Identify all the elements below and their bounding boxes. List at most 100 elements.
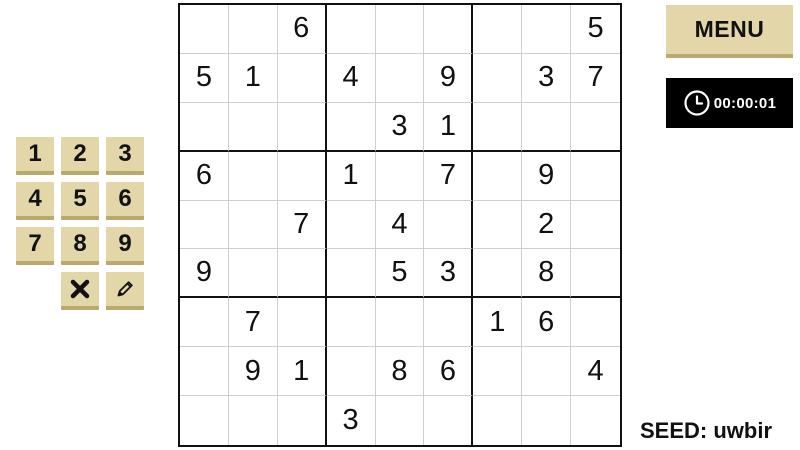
sudoku-cell-r5c4[interactable]	[326, 200, 376, 250]
sudoku-cell-r9c3[interactable]	[278, 396, 327, 445]
sudoku-cell-r7c2[interactable]: 7	[228, 298, 278, 348]
sudoku-cell-r1c9[interactable]: 5	[571, 5, 620, 54]
sudoku-cell-r3c9[interactable]	[571, 103, 620, 152]
sudoku-cell-r7c7[interactable]: 1	[473, 298, 523, 348]
sudoku-cell-r8c8[interactable]	[522, 347, 572, 397]
sudoku-cell-r4c8[interactable]: 9	[522, 151, 572, 201]
sudoku-cell-r1c7[interactable]	[473, 5, 523, 54]
sudoku-cell-r1c1[interactable]	[180, 5, 229, 54]
sudoku-cell-r2c1[interactable]: 5	[180, 53, 229, 103]
sudoku-cell-r3c7[interactable]	[473, 102, 523, 152]
sudoku-cell-r3c1[interactable]	[180, 102, 229, 152]
sudoku-cell-r5c3[interactable]: 7	[277, 200, 327, 250]
sudoku-cell-r4c3[interactable]	[277, 151, 327, 201]
sudoku-cell-r9c5[interactable]	[376, 396, 425, 445]
numpad-1-button[interactable]: 1	[16, 137, 54, 175]
erase-button[interactable]	[61, 272, 99, 310]
sudoku-cell-r7c9[interactable]	[571, 298, 620, 348]
number-pad: 1 2 3 4 5 6 7 8 9	[16, 137, 146, 315]
sudoku-cell-r8c2[interactable]: 9	[228, 347, 278, 397]
sudoku-cell-r4c6[interactable]: 7	[424, 151, 474, 201]
sudoku-cell-r2c7[interactable]	[473, 53, 523, 103]
numpad-9-button[interactable]: 9	[106, 227, 144, 265]
numpad-8-button[interactable]: 8	[61, 227, 99, 265]
sudoku-cell-r5c9[interactable]	[571, 201, 620, 250]
numpad-3-button[interactable]: 3	[106, 137, 144, 175]
sudoku-cell-r4c5[interactable]	[375, 151, 425, 201]
sudoku-cell-r2c4[interactable]: 4	[326, 53, 376, 103]
sudoku-cell-r3c3[interactable]	[277, 102, 327, 152]
sudoku-cell-r3c8[interactable]	[522, 102, 572, 152]
sudoku-cell-r7c8[interactable]: 6	[522, 298, 572, 348]
sudoku-cell-r8c5[interactable]: 8	[375, 347, 425, 397]
sudoku-board: 655149373161797429538716918643	[178, 3, 622, 447]
sudoku-cell-r6c9[interactable]	[571, 249, 620, 299]
numpad-4-button[interactable]: 4	[16, 182, 54, 220]
close-icon	[70, 279, 90, 299]
sudoku-cell-r1c2[interactable]	[228, 5, 278, 54]
numpad-7-button[interactable]: 7	[16, 227, 54, 265]
sudoku-cell-r2c5[interactable]	[375, 53, 425, 103]
sudoku-cell-r5c6[interactable]	[424, 200, 474, 250]
sudoku-cell-r1c4[interactable]	[326, 5, 376, 54]
sudoku-cell-r6c5[interactable]: 5	[375, 249, 425, 299]
numpad-2-button[interactable]: 2	[61, 137, 99, 175]
sudoku-cell-r5c5[interactable]: 4	[375, 200, 425, 250]
sudoku-cell-r6c7[interactable]	[473, 249, 523, 299]
sudoku-cell-r3c5[interactable]: 3	[375, 102, 425, 152]
sudoku-cell-r6c3[interactable]	[277, 249, 327, 299]
sudoku-cell-r9c1[interactable]	[180, 396, 229, 445]
sudoku-cell-r2c2[interactable]: 1	[228, 53, 278, 103]
sudoku-cell-r1c5[interactable]	[375, 5, 425, 54]
sudoku-cell-r7c4[interactable]	[326, 298, 376, 348]
sudoku-cell-r4c1[interactable]: 6	[180, 151, 229, 201]
sudoku-cell-r5c7[interactable]	[473, 200, 523, 250]
sudoku-cell-r9c8[interactable]	[522, 396, 572, 445]
sudoku-cell-r6c6[interactable]: 3	[424, 249, 474, 299]
sudoku-cell-r1c3[interactable]: 6	[277, 5, 327, 54]
sudoku-cell-r8c1[interactable]	[180, 347, 229, 397]
sudoku-cell-r6c1[interactable]: 9	[180, 249, 229, 299]
sudoku-cell-r6c2[interactable]	[228, 249, 278, 299]
sudoku-cell-r4c2[interactable]	[228, 151, 278, 201]
sudoku-cell-r7c6[interactable]	[424, 298, 474, 348]
sudoku-cell-r2c9[interactable]: 7	[571, 54, 620, 103]
notes-button[interactable]	[106, 272, 144, 310]
sudoku-cell-r9c2[interactable]	[229, 396, 278, 445]
sudoku-cell-r6c4[interactable]	[326, 249, 376, 299]
sudoku-cell-r7c3[interactable]	[277, 298, 327, 348]
sudoku-cell-r8c4[interactable]	[326, 347, 376, 397]
game-timer: 00:00:01	[666, 78, 793, 128]
sudoku-cell-r8c6[interactable]: 6	[424, 347, 474, 397]
sudoku-cell-r5c2[interactable]	[228, 200, 278, 250]
sudoku-cell-r1c6[interactable]	[424, 5, 474, 54]
sudoku-cell-r2c6[interactable]: 9	[424, 53, 474, 103]
sudoku-cell-r9c4[interactable]: 3	[327, 396, 376, 445]
sudoku-cell-r1c8[interactable]	[522, 5, 572, 54]
sudoku-cell-r9c9[interactable]	[571, 396, 620, 445]
sudoku-cell-r9c7[interactable]	[473, 396, 523, 445]
sudoku-cell-r2c3[interactable]	[277, 53, 327, 103]
sudoku-cell-r3c4[interactable]	[326, 102, 376, 152]
sudoku-cell-r7c1[interactable]	[180, 298, 229, 348]
sudoku-cell-r8c7[interactable]	[473, 347, 523, 397]
sudoku-cell-r7c5[interactable]	[375, 298, 425, 348]
sudoku-cell-r5c8[interactable]: 2	[522, 200, 572, 250]
sudoku-cell-r8c9[interactable]: 4	[571, 347, 620, 397]
sudoku-cell-r4c7[interactable]	[473, 151, 523, 201]
numpad-6-button[interactable]: 6	[106, 182, 144, 220]
sudoku-cell-r5c1[interactable]	[180, 200, 229, 250]
sudoku-cell-r4c4[interactable]: 1	[326, 151, 376, 201]
sudoku-cell-r2c8[interactable]: 3	[522, 53, 572, 103]
sudoku-cell-r3c2[interactable]	[228, 102, 278, 152]
menu-button[interactable]: MENU	[666, 5, 793, 58]
sudoku-cell-r9c6[interactable]	[424, 396, 474, 445]
numpad-5-button[interactable]: 5	[61, 182, 99, 220]
pencil-icon	[117, 281, 133, 297]
sudoku-cell-r4c9[interactable]	[571, 152, 620, 201]
sudoku-cell-r6c8[interactable]: 8	[522, 249, 572, 299]
clock-icon	[684, 90, 710, 116]
sudoku-cell-r3c6[interactable]: 1	[424, 102, 474, 152]
seed-label: SEED: uwbir	[640, 418, 773, 443]
sudoku-cell-r8c3[interactable]: 1	[277, 347, 327, 397]
